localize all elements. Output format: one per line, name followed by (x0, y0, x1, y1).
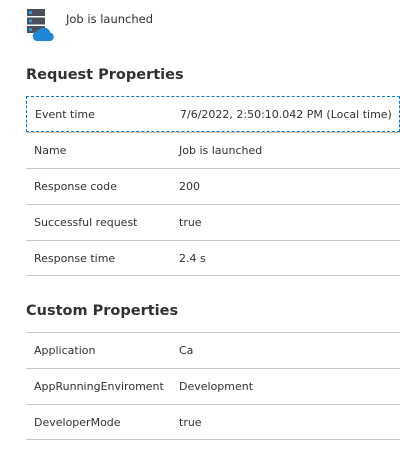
property-key: AppRunningEnviroment (34, 380, 164, 393)
property-value: Job is launched (179, 144, 263, 157)
property-row-name[interactable]: Name Job is launched (26, 132, 400, 168)
property-key: Response time (34, 251, 116, 265)
property-value: true (179, 216, 202, 229)
property-row-application[interactable]: Application Ca (26, 332, 400, 368)
property-value: 7/6/2022, 2:50:10.042 PM (Local time) (180, 107, 392, 121)
property-value: Ca (179, 344, 194, 357)
custom-properties-heading: Custom Properties (26, 303, 179, 319)
event-header: Job is launched (26, 8, 153, 48)
property-row-event-time[interactable]: Event time 7/6/2022, 2:50:10.042 PM (Loc… (26, 96, 400, 132)
property-row-developer-mode[interactable]: DeveloperMode true (26, 404, 400, 440)
property-row-successful-request[interactable]: Successful request true (26, 204, 400, 240)
request-properties-table: Event time 7/6/2022, 2:50:10.042 PM (Loc… (26, 96, 400, 276)
property-row-response-time[interactable]: Response time 2.4 s (26, 240, 400, 276)
server-cloud-icon (27, 9, 54, 41)
property-key: Response code (34, 180, 117, 193)
property-key: Application (34, 344, 96, 357)
property-value: 200 (179, 180, 200, 193)
property-value: Development (179, 380, 254, 393)
property-key: Event time (35, 107, 95, 121)
event-title: Job is launched (66, 12, 154, 26)
property-key: Name (34, 144, 67, 157)
property-row-response-code[interactable]: Response code 200 (26, 168, 400, 204)
property-row-app-running-environment[interactable]: AppRunningEnviroment Development (26, 368, 400, 404)
custom-properties-table: Application Ca AppRunningEnviroment Deve… (26, 332, 400, 440)
property-key: DeveloperMode (34, 415, 121, 429)
property-value: 2.4 s (179, 251, 206, 265)
property-key: Successful request (34, 216, 138, 229)
property-value: true (179, 415, 202, 429)
request-properties-heading: Request Properties (26, 67, 184, 83)
